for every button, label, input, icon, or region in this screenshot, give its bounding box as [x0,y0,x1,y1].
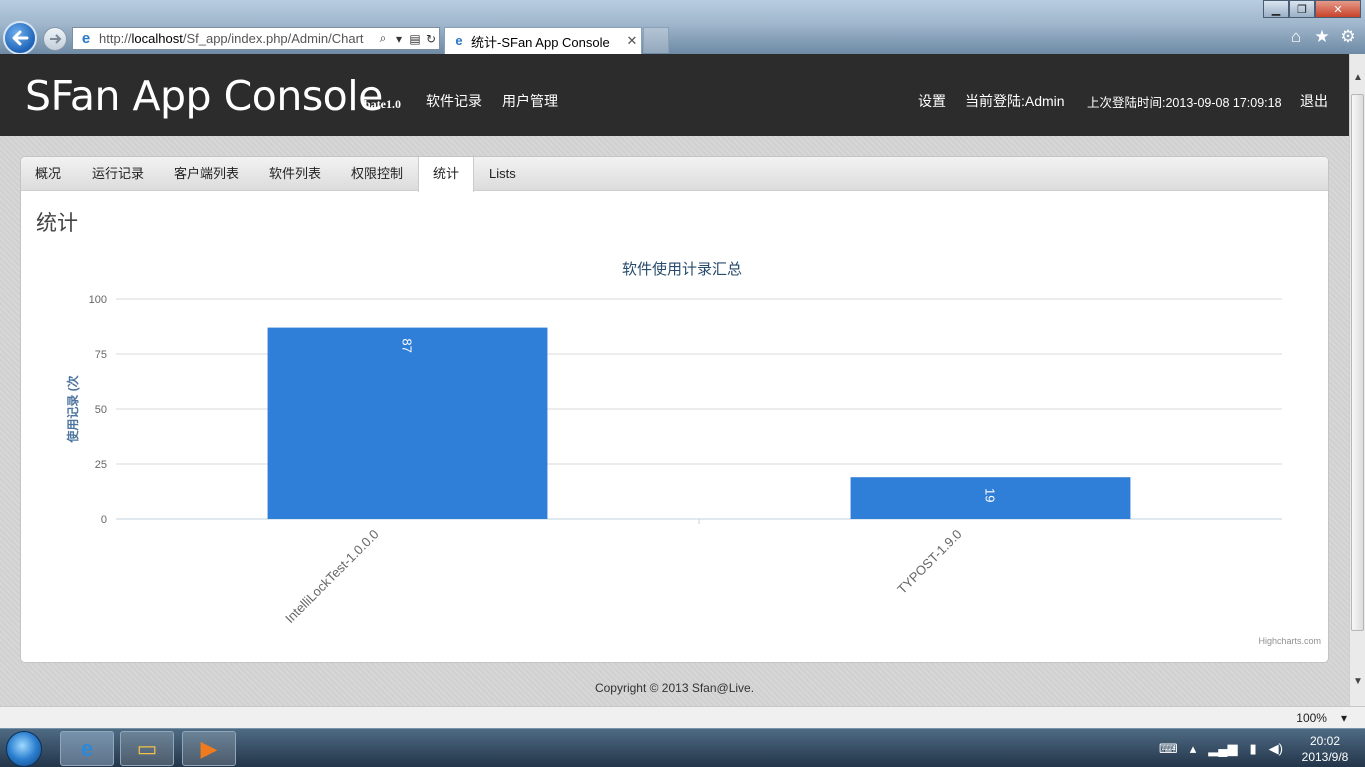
media-player-taskbar-icon[interactable]: ▶ [182,731,236,766]
clock-time: 20:02 [1309,733,1341,748]
brand-title[interactable]: SFan App Console [25,72,383,120]
ie-tab-icon: e [455,33,463,48]
start-button[interactable] [6,731,42,767]
close-tab-icon[interactable]: ✕ [623,33,641,49]
y-tick-label: 75 [95,349,107,361]
status-bar: 100% ▾ [0,706,1365,728]
battery-icon[interactable]: ▮ [1250,741,1257,757]
nav-user-management[interactable]: 用户管理 [502,91,558,111]
site-header: SFan App Console bate1.0 软件记录 用户管理 设置 当前… [0,54,1349,136]
signal-icon[interactable]: ▂▄▆ [1208,741,1237,757]
url-host: localhost [131,31,183,46]
chart-credits: Highcharts.com [1258,636,1321,646]
search-icon[interactable]: ⌕ [375,31,391,46]
zoom-control[interactable]: 100% ▾ [1296,711,1347,725]
browser-toolbar: e http://localhost/Sf_app/index.php/Admi… [0,0,1365,55]
minimize-button[interactable]: ▁ [1263,0,1289,18]
y-axis-label: 使用记录 (次 [65,375,80,443]
window-controls: ▁ ❐ ✕ [1263,0,1361,18]
logout-link[interactable]: 退出 [1300,91,1328,111]
web-page: SFan App Console bate1.0 软件记录 用户管理 设置 当前… [0,54,1349,706]
volume-icon[interactable]: ◀) [1269,741,1283,757]
system-tray: ⌨ ▴ ▂▄▆ ▮ ◀) 20:02 2013/9/8 [1159,729,1355,767]
clock-date: 2013/9/8 [1301,749,1349,764]
bar-chart: 软件使用计录汇总 0 25 50 75 100 使用记录 (次 87 IntelliLockTe… [65,260,1321,646]
y-tick-label: 50 [95,404,107,416]
tab-title: 统计-SFan App Console [471,34,610,50]
y-tick-label: 25 [95,459,107,471]
browser-tab[interactable]: e 统计-SFan App Console ✕ [444,27,642,54]
dropdown-icon[interactable]: ▾ [391,32,407,46]
address-bar[interactable]: e http://localhost/Sf_app/index.php/Admi… [72,27,440,50]
ie-taskbar-icon[interactable]: e [60,731,114,766]
nav-settings[interactable]: 设置 [918,91,946,111]
nav-software-records[interactable]: 软件记录 [426,91,482,111]
forward-button[interactable] [43,27,67,51]
favorites-star-icon[interactable]: ★ [1313,27,1331,47]
scroll-up-icon[interactable]: ▲ [1350,70,1365,86]
taskbar: e ▭ ▶ ⌨ ▴ ▂▄▆ ▮ ◀) 20:02 2013/9/8 [0,728,1365,767]
y-tick-label: 0 [101,514,107,526]
zoom-dropdown-icon[interactable]: ▾ [1341,711,1347,725]
tray-expand-icon[interactable]: ▴ [1190,741,1197,757]
bar-data-label: 87 [400,338,415,352]
x-tick-label: IntelliLockTest-1.0.0.0 [282,527,382,627]
explorer-taskbar-icon[interactable]: ▭ [120,731,174,766]
forward-arrow-icon [50,34,62,44]
keyboard-icon[interactable]: ⌨ [1159,741,1178,757]
page-scrollbar[interactable]: ▲ ▼ [1349,54,1365,706]
back-arrow-icon [12,30,29,46]
maximize-button[interactable]: ❐ [1289,0,1315,18]
close-window-button[interactable]: ✕ [1315,0,1361,18]
version-label: bate1.0 [364,97,401,111]
chart-title: 软件使用计录汇总 [622,260,742,278]
main-panel: 概况 运行记录 客户端列表 软件列表 权限控制 统计 Lists 统计 软件使用… [20,156,1329,663]
current-user: 当前登陆:Admin [965,93,1065,109]
zoom-level: 100% [1296,711,1327,725]
new-tab-button[interactable] [643,27,669,53]
footer-copyright: Copyright © 2013 Sfan@Live. [594,681,755,695]
x-tick-label: TYPOST-1.9.0 [894,527,964,597]
gear-icon[interactable]: ⚙ [1339,27,1357,47]
chart-bar [267,327,548,519]
url-text[interactable]: http://localhost/Sf_app/index.php/Admin/… [99,31,375,46]
bar-data-label: 19 [983,488,998,502]
refresh-icon[interactable]: ↻ [423,32,439,46]
scrollbar-thumb[interactable] [1351,94,1364,631]
url-prefix: http:// [99,31,132,46]
browser-tools: ⌂ ★ ⚙ [1287,27,1357,47]
clock[interactable]: 20:02 2013/9/8 [1295,733,1355,765]
back-button[interactable] [3,21,37,55]
compat-view-icon[interactable]: ▤ [407,32,423,46]
home-icon[interactable]: ⌂ [1287,27,1305,47]
last-login: 上次登陆时间:2013-09-08 17:09:18 [1087,96,1282,110]
y-tick-label: 100 [89,294,107,306]
ie-page-icon: e [81,29,91,47]
url-path: /Sf_app/index.php/Admin/Chart [182,31,364,46]
scroll-down-icon[interactable]: ▼ [1350,674,1365,690]
